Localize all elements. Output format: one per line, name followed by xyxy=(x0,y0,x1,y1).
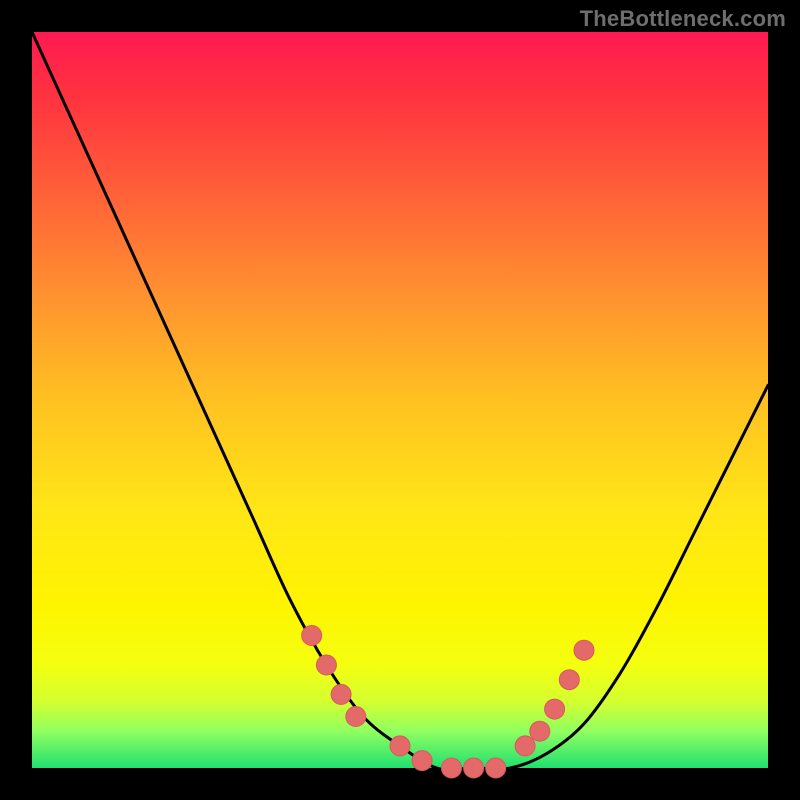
chart-frame xyxy=(32,32,768,768)
marker-point xyxy=(559,670,579,690)
watermark-text: TheBottleneck.com xyxy=(580,6,786,32)
marker-point xyxy=(545,699,565,719)
marker-point xyxy=(316,655,336,675)
marker-point xyxy=(574,640,594,660)
marker-point xyxy=(486,758,506,778)
marker-point xyxy=(412,751,432,771)
marker-point xyxy=(530,721,550,741)
marker-point xyxy=(302,626,322,646)
marker-point xyxy=(331,684,351,704)
marker-point xyxy=(442,758,462,778)
chart-svg xyxy=(32,32,768,768)
plot-area xyxy=(32,32,768,768)
bottleneck-curve xyxy=(32,32,768,770)
marker-point xyxy=(346,707,366,727)
marker-point xyxy=(390,736,410,756)
marker-point xyxy=(464,758,484,778)
highlighted-markers xyxy=(302,626,594,779)
marker-point xyxy=(515,736,535,756)
